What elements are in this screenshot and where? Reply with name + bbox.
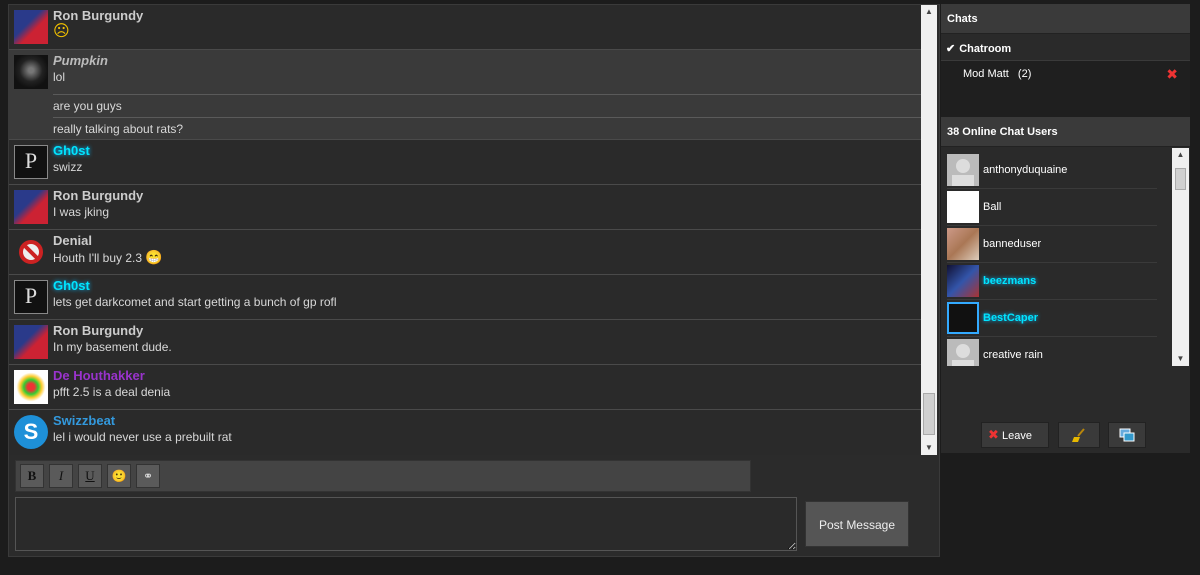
avatar: [947, 191, 979, 223]
user-item[interactable]: Ball: [947, 189, 1157, 226]
message-username[interactable]: Ron Burgundy: [53, 188, 921, 204]
windows-icon: [1119, 428, 1135, 442]
bold-button[interactable]: B: [20, 464, 44, 488]
message-item: Pumpkin lol are you guys really talking …: [9, 50, 921, 140]
link-button[interactable]: ⚭: [136, 464, 160, 488]
avatar: [947, 228, 979, 260]
close-icon: ✖: [988, 427, 999, 442]
clear-chat-button[interactable]: [1058, 422, 1100, 448]
leave-label: Leave: [1001, 430, 1032, 442]
broom-icon: [1072, 428, 1085, 443]
avatar[interactable]: P: [14, 145, 48, 179]
user-name: banneduser: [983, 238, 1042, 250]
leave-button[interactable]: ✖ Leave: [981, 422, 1049, 448]
message-username[interactable]: Ron Burgundy: [53, 8, 921, 24]
scroll-up-icon[interactable]: ▲: [1172, 148, 1189, 162]
message-text: are you guys: [53, 94, 921, 117]
scroll-up-icon[interactable]: ▲: [921, 5, 937, 19]
sidebar: Chats ✔ Chatroom Mod Matt (2) ✖ 38 Online…: [941, 4, 1190, 453]
message-username[interactable]: Denial: [53, 233, 921, 249]
message-text: In my basement dude.: [53, 340, 172, 354]
format-toolbar: B I U 🙂 ⚭: [15, 460, 751, 492]
avatar[interactable]: [14, 325, 48, 359]
message-text: lol: [53, 70, 66, 84]
message-scrollbar[interactable]: ▲ ▼: [921, 5, 937, 455]
chat-item-mod-matt[interactable]: Mod Matt (2) ✖: [941, 62, 1190, 86]
chat-panel: Ron Burgundy ☹ Pumpkin lol are you guys …: [8, 4, 940, 557]
user-item[interactable]: anthonyduquaine: [947, 152, 1157, 189]
message-text: really talking about rats?: [53, 117, 921, 140]
avatar: [947, 302, 979, 334]
scroll-down-icon[interactable]: ▼: [921, 441, 937, 455]
message-item: De Houthakker pfft 2.5 is a deal denia: [9, 365, 921, 410]
message-input[interactable]: [15, 497, 797, 551]
message-text-content: Houth I'll buy 2.3: [53, 251, 143, 265]
message-item: Ron Burgundy In my basement dude.: [9, 320, 921, 365]
message-text: I was jking: [53, 205, 110, 219]
user-item[interactable]: creative rain: [947, 337, 1157, 366]
message-item: P Gh0st swizz: [9, 140, 921, 185]
post-message-button[interactable]: Post Message: [805, 501, 909, 547]
no-entry-icon[interactable]: [14, 235, 48, 269]
message-item: Ron Burgundy ☹: [9, 5, 921, 50]
avatar: [947, 265, 979, 297]
message-text: ☹: [53, 24, 921, 42]
grin-emoji-icon: 😁: [145, 249, 163, 265]
message-text: lets get darkcomet and start getting a b…: [53, 295, 337, 309]
online-users-list[interactable]: anthonyduquaine Ball banneduser beezmans…: [941, 148, 1172, 366]
popout-window-button[interactable]: [1108, 422, 1146, 448]
user-name: creative rain: [983, 349, 1043, 361]
unread-count: (2): [1017, 68, 1032, 80]
online-users-header: 38 Online Chat Users: [941, 117, 1190, 147]
avatar: [947, 339, 979, 366]
avatar: [947, 154, 979, 186]
message-item: Denial Houth I'll buy 2.3 😁: [9, 230, 921, 275]
user-item[interactable]: beezmans: [947, 263, 1157, 300]
message-username[interactable]: De Houthakker: [53, 368, 921, 384]
chat-item-chatroom[interactable]: ✔ Chatroom: [941, 37, 1190, 61]
avatar[interactable]: [14, 190, 48, 224]
message-item: P Gh0st lets get darkcomet and start get…: [9, 275, 921, 320]
message-username[interactable]: Swizzbeat: [53, 413, 921, 429]
message-item: Ron Burgundy I was jking: [9, 185, 921, 230]
italic-button[interactable]: I: [49, 464, 73, 488]
message-list[interactable]: Ron Burgundy ☹ Pumpkin lol are you guys …: [9, 5, 921, 455]
chat-item-label: Chatroom: [959, 43, 1012, 55]
emoji-button[interactable]: 🙂: [107, 464, 131, 488]
avatar[interactable]: S: [14, 415, 48, 449]
message-username[interactable]: Gh0st: [53, 278, 921, 294]
avatar[interactable]: P: [14, 280, 48, 314]
user-name: BestCaper: [983, 312, 1039, 324]
scroll-down-icon[interactable]: ▼: [1172, 352, 1189, 366]
chats-header: Chats: [941, 4, 1190, 34]
message-text: lel i would never use a prebuilt rat: [53, 430, 232, 444]
message-text: Houth I'll buy 2.3 😁: [53, 249, 921, 267]
message-text: pfft 2.5 is a deal denia: [53, 385, 171, 399]
close-icon[interactable]: ✖: [1166, 62, 1178, 86]
user-name: Ball: [983, 201, 1002, 213]
check-icon: ✔: [946, 43, 956, 55]
message-item: S Swizzbeat lel i would never use a preb…: [9, 410, 921, 455]
avatar[interactable]: [14, 55, 48, 89]
message-username[interactable]: Gh0st: [53, 143, 921, 159]
chats-list: ✔ Chatroom Mod Matt (2) ✖: [941, 37, 1190, 117]
user-item[interactable]: BestCaper: [947, 300, 1157, 337]
underline-button[interactable]: U: [78, 464, 102, 488]
chat-item-label: Mod Matt: [963, 68, 1009, 80]
users-scrollbar[interactable]: ▲ ▼: [1172, 148, 1189, 366]
user-name: beezmans: [983, 275, 1037, 287]
user-item[interactable]: banneduser: [947, 226, 1157, 263]
scroll-thumb[interactable]: [923, 393, 935, 435]
avatar[interactable]: [14, 370, 48, 404]
user-name: anthonyduquaine: [983, 164, 1068, 176]
message-username[interactable]: Ron Burgundy: [53, 323, 921, 339]
avatar[interactable]: [14, 10, 48, 44]
message-username[interactable]: Pumpkin: [53, 53, 921, 69]
message-text: swizz: [53, 160, 83, 174]
sad-face-icon: ☹: [53, 23, 70, 40]
scroll-thumb[interactable]: [1175, 168, 1186, 190]
